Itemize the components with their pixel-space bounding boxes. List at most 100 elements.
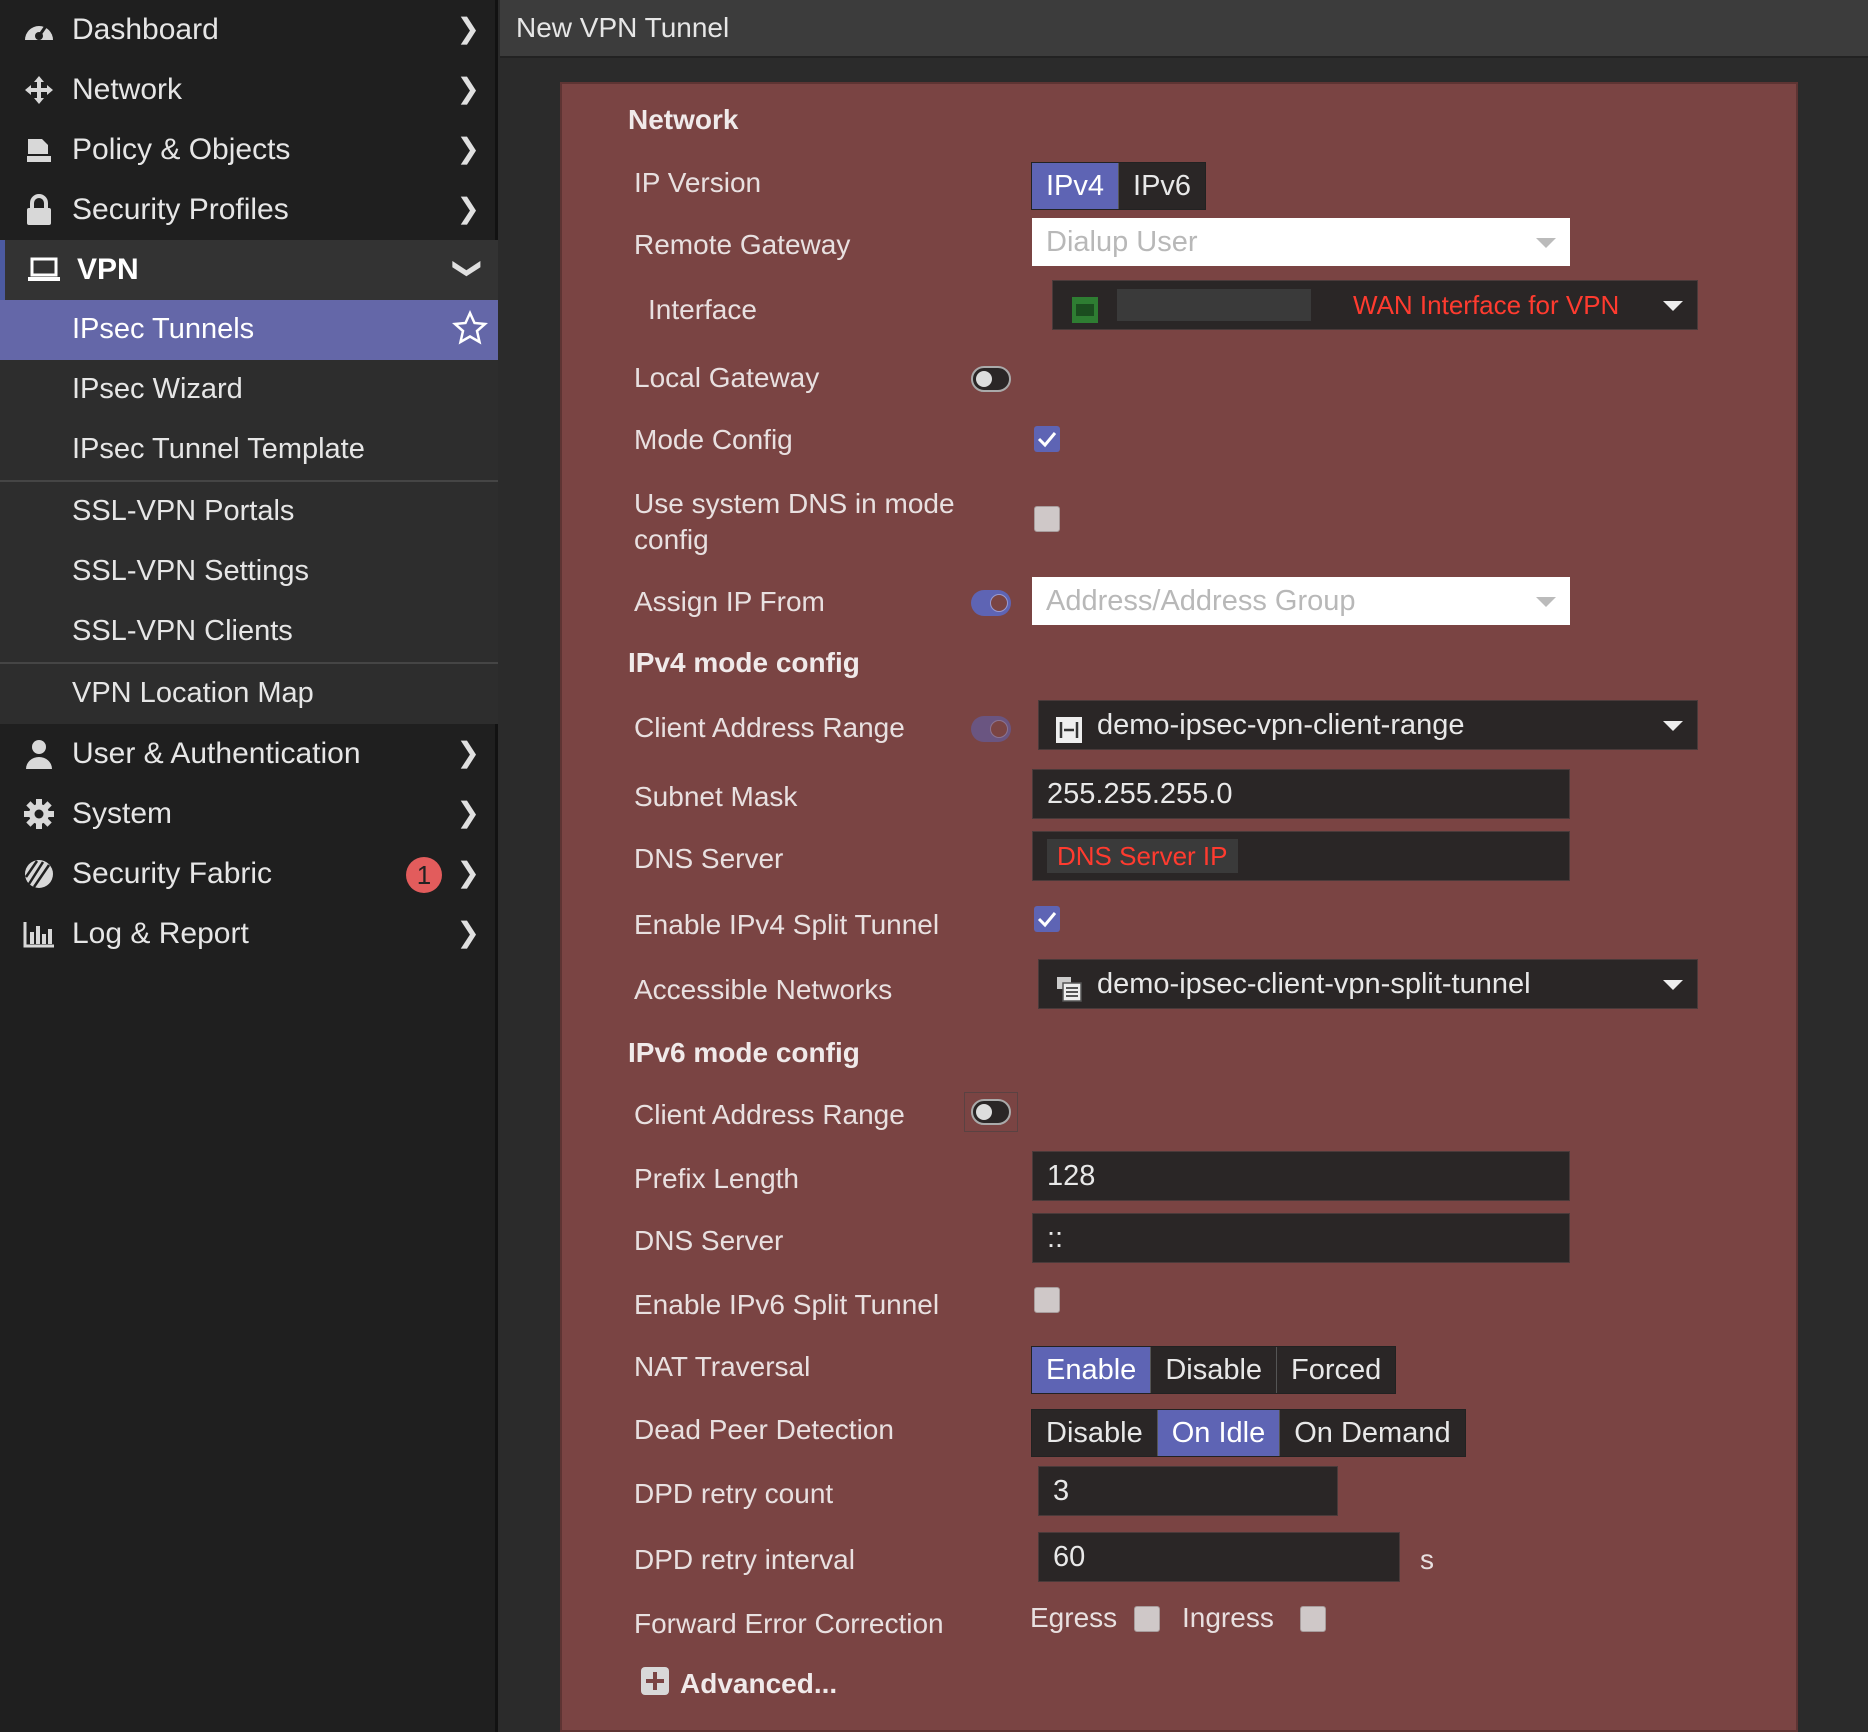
sidebar-item-dashboard[interactable]: Dashboard ❯	[0, 0, 498, 60]
accessible-networks-select[interactable]: demo-ipsec-client-vpn-split-tunnel	[1038, 959, 1698, 1009]
plus-icon	[640, 1666, 670, 1701]
enable-ipv4-split-tunnel-label: Enable IPv4 Split Tunnel	[634, 909, 940, 940]
chevron-down-icon	[1536, 597, 1556, 607]
dns-server-label: DNS Server	[634, 843, 784, 874]
use-system-dns-checkbox[interactable]	[1034, 506, 1060, 532]
accessible-networks-value: demo-ipsec-client-vpn-split-tunnel	[1097, 968, 1531, 1000]
subnet-mask-input[interactable]: 255.255.255.0	[1032, 769, 1570, 819]
fec-egress-checkbox[interactable]	[1134, 1606, 1160, 1632]
chevron-right-icon: ❯	[456, 797, 480, 828]
sidebar-subitem-label: IPsec Wizard	[72, 373, 243, 405]
fabric-icon	[22, 858, 56, 890]
assign-ip-from-toggle[interactable]	[971, 590, 1011, 616]
remote-gateway-label: Remote Gateway	[634, 229, 851, 260]
sidebar-item-network[interactable]: Network ❯	[0, 60, 498, 120]
client-address-range-label: Client Address Range	[634, 712, 905, 743]
dpd-on-demand[interactable]: On Demand	[1280, 1410, 1464, 1456]
mode-config-checkbox[interactable]	[1034, 426, 1060, 452]
use-system-dns-label-cont: config	[634, 524, 709, 555]
dns-server-annotation: DNS Server IP	[1047, 839, 1238, 873]
client-address-range-value: demo-ipsec-vpn-client-range	[1097, 709, 1465, 741]
dpd-disable[interactable]: Disable	[1032, 1410, 1158, 1456]
sidebar-subitem-ipsec-tunnels[interactable]: IPsec Tunnels	[0, 300, 498, 360]
star-icon[interactable]	[451, 309, 489, 354]
client-address-range-toggle[interactable]	[971, 716, 1011, 742]
sidebar-subitem-label: IPsec Tunnels	[72, 313, 255, 345]
dpd-retry-count-label: DPD retry count	[634, 1478, 834, 1509]
dns-server-input[interactable]: DNS Server IP	[1032, 831, 1570, 881]
sidebar-item-system[interactable]: System ❯	[0, 784, 498, 844]
prefix-length-input[interactable]: 128	[1032, 1151, 1570, 1201]
lock-icon	[22, 194, 56, 226]
chevron-right-icon: ❯	[456, 133, 480, 164]
sidebar-subitem-ssl-vpn-portals[interactable]: SSL-VPN Portals	[0, 482, 498, 542]
dpd-on-idle[interactable]: On Idle	[1157, 1410, 1281, 1456]
nat-traversal-label: NAT Traversal	[634, 1351, 811, 1382]
ipv6-dns-server-label: DNS Server	[634, 1225, 784, 1256]
accessible-networks-label: Accessible Networks	[634, 974, 893, 1005]
sidebar-subitem-ssl-vpn-settings[interactable]: SSL-VPN Settings	[0, 542, 498, 602]
chevron-down-icon	[1663, 301, 1683, 311]
sidebar-subitem-vpn-location-map[interactable]: VPN Location Map	[0, 664, 498, 724]
interface-label: Interface	[648, 294, 757, 325]
nat-traversal-toggle[interactable]: Enable Disable Forced	[1031, 1346, 1397, 1394]
ip-version-toggle[interactable]: IPv4 IPv6	[1031, 162, 1207, 210]
ip-version-ipv4[interactable]: IPv4	[1032, 163, 1120, 209]
chevron-down-icon	[1663, 980, 1683, 990]
chart-icon	[22, 918, 56, 950]
sidebar-subitem-ipsec-tunnel-template[interactable]: IPsec Tunnel Template	[0, 420, 498, 480]
chevron-right-icon: ❯	[456, 917, 480, 948]
chevron-down-icon: ❯	[452, 256, 484, 281]
dpd-retry-interval-input[interactable]: 60	[1038, 1532, 1400, 1582]
enable-ipv6-split-tunnel-checkbox[interactable]	[1034, 1287, 1060, 1313]
nat-traversal-forced[interactable]: Forced	[1277, 1347, 1395, 1393]
client-address-range-select[interactable]: demo-ipsec-vpn-client-range	[1038, 700, 1698, 750]
subnet-mask-label: Subnet Mask	[634, 781, 798, 812]
sidebar-item-policy-objects[interactable]: Policy & Objects ❯	[0, 120, 498, 180]
nat-traversal-disable[interactable]: Disable	[1151, 1347, 1278, 1393]
enable-ipv4-split-tunnel-checkbox[interactable]	[1034, 906, 1060, 932]
section-ipv6-mode-config: IPv6 mode config	[628, 1037, 860, 1068]
prefix-length-label: Prefix Length	[634, 1163, 799, 1194]
chevron-right-icon: ❯	[456, 73, 480, 104]
sidebar-item-security-fabric[interactable]: Security Fabric 1 ❯	[0, 844, 498, 904]
sidebar-item-label: VPN	[77, 253, 139, 286]
local-gateway-toggle[interactable]	[971, 366, 1011, 392]
dead-peer-detection-toggle[interactable]: Disable On Idle On Demand	[1031, 1409, 1466, 1457]
interface-select[interactable]: WAN Interface for VPN	[1052, 280, 1698, 330]
notification-badge: 1	[406, 857, 442, 893]
sidebar-subitem-label: IPsec Tunnel Template	[72, 433, 365, 465]
sidebar-subitem-ipsec-wizard[interactable]: IPsec Wizard	[0, 360, 498, 420]
ip-version-ipv6[interactable]: IPv6	[1119, 163, 1205, 209]
dashboard-icon	[22, 14, 56, 46]
fec-ingress-label: Ingress	[1182, 1602, 1274, 1633]
policy-icon	[22, 134, 56, 166]
sidebar-subitem-ssl-vpn-clients[interactable]: SSL-VPN Clients	[0, 602, 498, 662]
page-header: New VPN Tunnel	[500, 0, 1868, 58]
sidebar-item-log-report[interactable]: Log & Report ❯	[0, 904, 498, 964]
laptop-icon	[27, 254, 61, 286]
nat-traversal-enable[interactable]: Enable	[1032, 1347, 1152, 1393]
sidebar-item-vpn[interactable]: VPN ❯	[0, 240, 498, 300]
section-ipv4-mode-config: IPv4 mode config	[628, 647, 860, 678]
sidebar-item-label: Log & Report	[72, 917, 249, 950]
ipv6-client-address-range-label: Client Address Range	[634, 1099, 905, 1130]
gear-icon	[22, 798, 56, 830]
dpd-retry-count-input[interactable]: 3	[1038, 1466, 1338, 1516]
sidebar-item-label: Policy & Objects	[72, 133, 291, 166]
remote-gateway-select[interactable]: Dialup User	[1032, 218, 1570, 266]
use-system-dns-label: Use system DNS in mode	[634, 488, 955, 519]
assign-ip-from-select[interactable]: Address/Address Group	[1032, 577, 1570, 625]
ipv6-client-address-range-toggle[interactable]	[971, 1099, 1011, 1125]
user-icon	[22, 738, 56, 770]
chevron-right-icon: ❯	[456, 193, 480, 224]
section-network: Network	[628, 104, 739, 135]
fec-ingress-checkbox[interactable]	[1300, 1606, 1326, 1632]
chevron-down-icon	[1536, 238, 1556, 248]
advanced-toggle[interactable]: Advanced...	[640, 1666, 837, 1701]
ipv6-dns-server-input[interactable]: ::	[1032, 1213, 1570, 1263]
sidebar-item-label: System	[72, 797, 173, 830]
sidebar-item-security-profiles[interactable]: Security Profiles ❯	[0, 180, 498, 240]
sidebar-item-label: Security Profiles	[72, 193, 289, 226]
sidebar-item-user-authentication[interactable]: User & Authentication ❯	[0, 724, 498, 784]
